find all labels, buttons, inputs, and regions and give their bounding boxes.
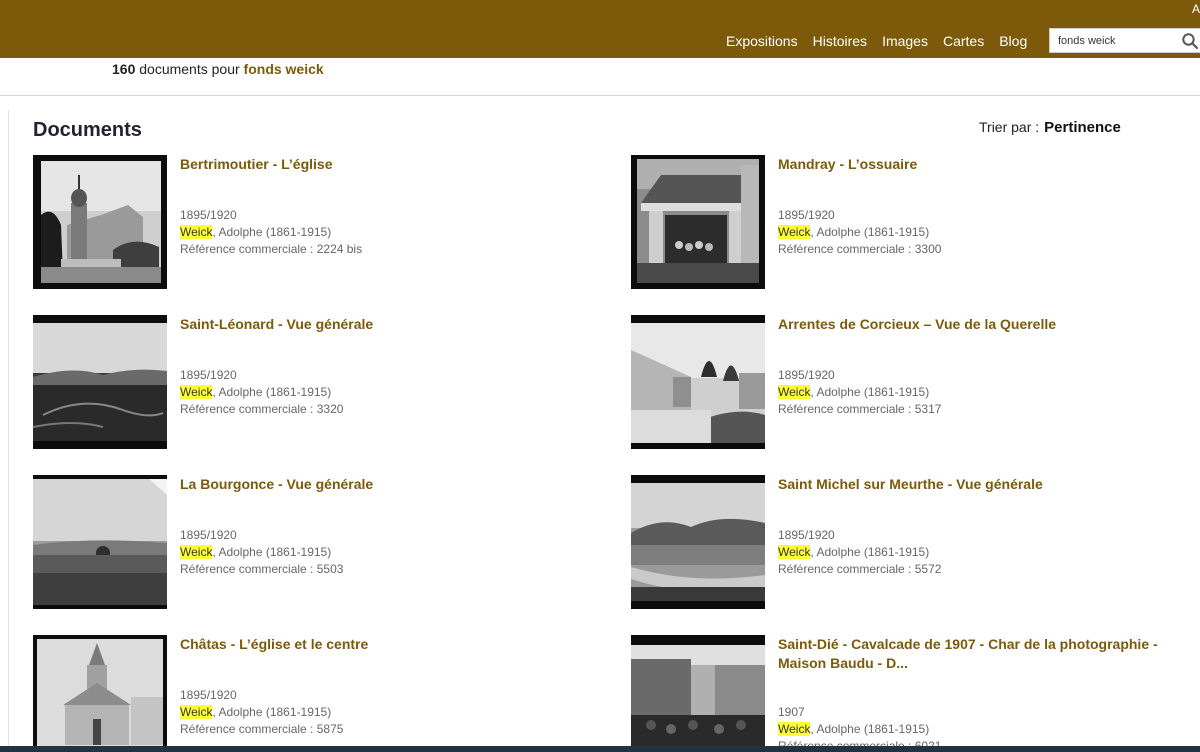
document-thumbnail[interactable] xyxy=(33,155,167,289)
document-card: Saint Michel sur Meurthe - Vue générale … xyxy=(631,475,1200,615)
document-date: 1895/1920 xyxy=(180,528,237,542)
author-highlight: Weick xyxy=(180,705,213,719)
document-meta: 1895/1920 Weick, Adolphe (1861-1915) Réf… xyxy=(180,527,343,578)
document-author: Weick, Adolphe (1861-1915) xyxy=(778,721,941,738)
results-count: 160 xyxy=(112,61,136,77)
document-meta: 1907 Weick, Adolphe (1861-1915) Référenc… xyxy=(778,704,941,752)
sort-label: Trier par : xyxy=(979,119,1040,135)
section-title: Documents xyxy=(33,119,142,141)
document-meta: 1895/1920 Weick, Adolphe (1861-1915) Réf… xyxy=(778,207,941,258)
document-thumbnail[interactable] xyxy=(631,155,765,289)
author-rest: , Adolphe (1861-1915) xyxy=(810,385,930,399)
document-title[interactable]: Arrentes de Corcieux – Vue de la Querell… xyxy=(778,315,1200,334)
divider xyxy=(0,95,1200,96)
search-icon[interactable] xyxy=(1181,32,1199,50)
document-date: 1895/1920 xyxy=(180,368,237,382)
sort-value[interactable]: Pertinence xyxy=(1044,119,1121,136)
document-author: Weick, Adolphe (1861-1915) xyxy=(778,544,941,561)
document-thumbnail[interactable] xyxy=(631,635,765,752)
document-reference: Référence commerciale : 5317 xyxy=(778,402,942,416)
search-input[interactable] xyxy=(1050,29,1175,52)
document-card: Saint-Dié - Cavalcade de 1907 - Char de … xyxy=(631,635,1200,752)
document-author: Weick, Adolphe (1861-1915) xyxy=(778,384,941,401)
author-rest: , Adolphe (1861-1915) xyxy=(212,385,332,399)
document-author: Weick, Adolphe (1861-1915) xyxy=(180,544,343,561)
document-date: 1907 xyxy=(778,705,805,719)
document-meta: 1895/1920 Weick, Adolphe (1861-1915) Réf… xyxy=(180,207,362,258)
top-bar: A Expositions Histoires Images Cartes Bl… xyxy=(0,0,1200,58)
document-date: 1895/1920 xyxy=(180,208,237,222)
document-title[interactable]: Mandray - L’ossuaire xyxy=(778,155,1200,174)
document-reference: Référence commerciale : 5503 xyxy=(180,562,344,576)
document-meta: 1895/1920 Weick, Adolphe (1861-1915) Réf… xyxy=(180,367,343,418)
document-title[interactable]: Châtas - L’église et le centre xyxy=(180,635,605,654)
bottom-bar xyxy=(0,746,1200,752)
document-card: Bertrimoutier - L’église 1895/1920 Weick… xyxy=(33,155,613,295)
document-author: Weick, Adolphe (1861-1915) xyxy=(180,704,343,721)
document-meta: 1895/1920 Weick, Adolphe (1861-1915) Réf… xyxy=(180,687,343,738)
left-border xyxy=(8,110,9,752)
document-thumbnail[interactable] xyxy=(33,475,167,609)
author-highlight: Weick xyxy=(180,385,213,399)
nav-cartes[interactable]: Cartes xyxy=(943,33,984,49)
document-author: Weick, Adolphe (1861-1915) xyxy=(180,224,362,241)
document-author: Weick, Adolphe (1861-1915) xyxy=(778,224,941,241)
search-box xyxy=(1049,28,1200,53)
author-rest: , Adolphe (1861-1915) xyxy=(810,722,930,736)
document-reference: Référence commerciale : 3320 xyxy=(180,402,344,416)
author-rest: , Adolphe (1861-1915) xyxy=(810,225,930,239)
document-reference: Référence commerciale : 5572 xyxy=(778,562,942,576)
document-date: 1895/1920 xyxy=(778,208,835,222)
document-reference: Référence commerciale : 3300 xyxy=(778,242,942,256)
nav-images[interactable]: Images xyxy=(882,33,928,49)
document-card: Saint-Léonard - Vue générale 1895/1920 W… xyxy=(33,315,613,455)
author-highlight: Weick xyxy=(778,722,811,736)
document-meta: 1895/1920 Weick, Adolphe (1861-1915) Réf… xyxy=(778,527,941,578)
author-rest: , Adolphe (1861-1915) xyxy=(810,545,930,559)
document-reference: Référence commerciale : 5875 xyxy=(180,722,344,736)
document-thumbnail[interactable] xyxy=(631,475,765,609)
document-author: Weick, Adolphe (1861-1915) xyxy=(180,384,343,401)
author-highlight: Weick xyxy=(778,225,811,239)
results-summary: 160 documents pour fonds weick xyxy=(112,61,324,77)
document-title[interactable]: Bertrimoutier - L’église xyxy=(180,155,605,174)
main-nav: Expositions Histoires Images Cartes Blog xyxy=(726,33,1042,49)
sort-control[interactable]: Trier par : Pertinence xyxy=(979,119,1121,136)
nav-histoires[interactable]: Histoires xyxy=(813,33,867,49)
document-date: 1895/1920 xyxy=(778,368,835,382)
document-reference: Référence commerciale : 2224 bis xyxy=(180,242,363,256)
document-card: La Bourgonce - Vue générale 1895/1920 We… xyxy=(33,475,613,615)
document-title[interactable]: Saint-Dié - Cavalcade de 1907 - Char de … xyxy=(778,635,1200,673)
author-highlight: Weick xyxy=(778,545,811,559)
document-title[interactable]: Saint Michel sur Meurthe - Vue générale xyxy=(778,475,1200,494)
top-corner-text[interactable]: A xyxy=(1192,2,1200,16)
document-title[interactable]: La Bourgonce - Vue générale xyxy=(180,475,605,494)
author-rest: , Adolphe (1861-1915) xyxy=(212,705,332,719)
document-thumbnail[interactable] xyxy=(33,635,167,752)
document-card: Châtas - L’église et le centre 1895/1920… xyxy=(33,635,613,752)
author-highlight: Weick xyxy=(180,225,213,239)
author-rest: , Adolphe (1861-1915) xyxy=(212,545,332,559)
document-title[interactable]: Saint-Léonard - Vue générale xyxy=(180,315,605,334)
results-query: fonds weick xyxy=(243,61,324,77)
document-card: Mandray - L’ossuaire 1895/1920 Weick, Ad… xyxy=(631,155,1200,295)
author-highlight: Weick xyxy=(778,385,811,399)
document-date: 1895/1920 xyxy=(180,688,237,702)
document-thumbnail[interactable] xyxy=(33,315,167,449)
author-rest: , Adolphe (1861-1915) xyxy=(212,225,332,239)
nav-blog[interactable]: Blog xyxy=(999,33,1027,49)
results-text: documents pour xyxy=(139,61,240,77)
document-meta: 1895/1920 Weick, Adolphe (1861-1915) Réf… xyxy=(778,367,941,418)
document-card: Arrentes de Corcieux – Vue de la Querell… xyxy=(631,315,1200,455)
document-thumbnail[interactable] xyxy=(631,315,765,449)
document-date: 1895/1920 xyxy=(778,528,835,542)
nav-expositions[interactable]: Expositions xyxy=(726,33,798,49)
author-highlight: Weick xyxy=(180,545,213,559)
